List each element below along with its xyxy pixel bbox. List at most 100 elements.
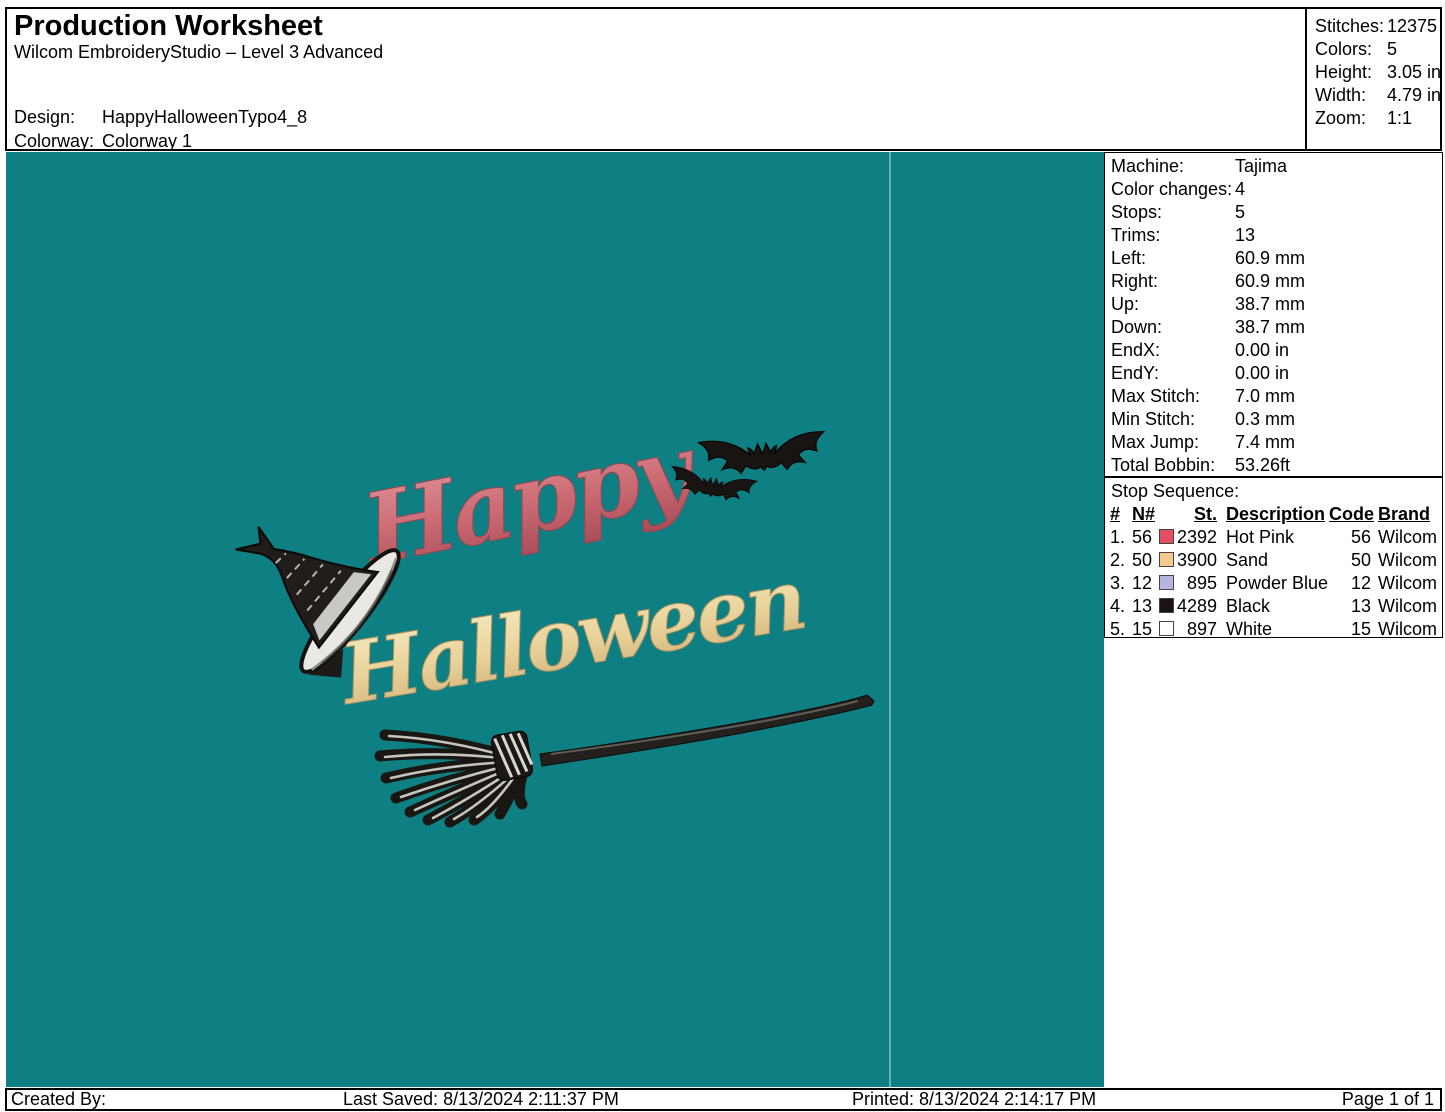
stop-code: 15 bbox=[1350, 619, 1371, 639]
stop-stitches: 2392 bbox=[1176, 527, 1217, 547]
embroidery-design: Halloween Happy bbox=[235, 152, 891, 1087]
machine-info-label: Min Stitch: bbox=[1111, 409, 1196, 429]
stop-stitches: 4289 bbox=[1176, 596, 1217, 616]
machine-info-row: Left: 60.9 mm bbox=[1111, 247, 1442, 270]
machine-info-label: EndX: bbox=[1111, 340, 1161, 360]
stop-sequence-row: 2. 50 3900 Sand 50 Wilcom bbox=[1105, 549, 1442, 572]
stop-stitches: 3900 bbox=[1176, 550, 1217, 570]
stop-brand: Wilcom bbox=[1378, 619, 1437, 639]
printed-text: Printed: 8/13/2024 2:14:17 PM bbox=[852, 1089, 1097, 1109]
machine-info-value: 0.00 in bbox=[1235, 340, 1290, 360]
broomstick bbox=[374, 694, 875, 828]
machine-info-value: 7.0 mm bbox=[1235, 386, 1296, 406]
stop-sequence-row: 1. 56 2392 Hot Pink 56 Wilcom bbox=[1105, 526, 1442, 549]
colorway-name: Colorway 1 bbox=[102, 131, 193, 151]
stop-brand: Wilcom bbox=[1378, 596, 1437, 616]
software-subtitle: Wilcom EmbroideryStudio – Level 3 Advanc… bbox=[14, 42, 384, 62]
machine-info-label: EndY: bbox=[1111, 363, 1160, 383]
stop-sequence-row: 3. 12 895 Powder Blue 12 Wilcom bbox=[1105, 572, 1442, 595]
machine-info-row: Stops: 5 bbox=[1111, 201, 1442, 224]
stat-value: 4.79 in bbox=[1387, 85, 1442, 105]
col-header-num: # bbox=[1110, 504, 1121, 524]
machine-info-row: Trims: 13 bbox=[1111, 224, 1442, 247]
stat-row: Width: 4.79 in bbox=[1315, 84, 1442, 107]
stop-num: 2. bbox=[1110, 550, 1126, 570]
machine-info-value: 60.9 mm bbox=[1235, 271, 1306, 291]
stop-needle: 50 bbox=[1132, 550, 1153, 570]
col-header-stitches: St. bbox=[1193, 504, 1217, 524]
machine-info-value: 4 bbox=[1235, 179, 1246, 199]
design-row: Design: HappyHalloweenTypo4_8 bbox=[14, 106, 307, 128]
created-by-label: Created By: bbox=[11, 1089, 107, 1109]
stop-sequence-title: Stop Sequence: bbox=[1111, 481, 1240, 501]
stat-value: 12375 bbox=[1387, 16, 1438, 36]
stop-sequence-rows: 1. 56 2392 Hot Pink 56 Wilcom 2. 50 3900 Sand 50 Wi… bbox=[1105, 526, 1442, 641]
machine-info-label: Max Jump: bbox=[1111, 432, 1200, 452]
stat-value: 3.05 in bbox=[1387, 62, 1442, 82]
machine-info-label: Color changes: bbox=[1111, 179, 1233, 199]
stop-stitches: 897 bbox=[1186, 619, 1217, 639]
machine-info-row: Color changes: 4 bbox=[1111, 178, 1442, 201]
stat-row: Zoom: 1:1 bbox=[1315, 107, 1440, 130]
stop-code: 13 bbox=[1350, 596, 1371, 616]
machine-info-label: Trims: bbox=[1111, 225, 1161, 245]
stop-needle: 13 bbox=[1132, 596, 1153, 616]
machine-info-value: 0.3 mm bbox=[1235, 409, 1296, 429]
stop-num: 3. bbox=[1110, 573, 1126, 593]
machine-info-label: Down: bbox=[1111, 317, 1163, 337]
stop-code: 56 bbox=[1350, 527, 1371, 547]
stop-code: 50 bbox=[1350, 550, 1371, 570]
machine-info-value: Tajima bbox=[1235, 156, 1288, 176]
machine-info-value: 0.00 in bbox=[1235, 363, 1290, 383]
stop-num: 5. bbox=[1110, 619, 1126, 639]
machine-info-row: Up: 38.7 mm bbox=[1111, 293, 1442, 316]
stat-label: Width: bbox=[1315, 85, 1367, 105]
machine-info-row: Min Stitch: 0.3 mm bbox=[1111, 408, 1442, 431]
stop-needle: 56 bbox=[1132, 527, 1153, 547]
machine-info-value: 38.7 mm bbox=[1235, 294, 1306, 314]
stop-description: Sand bbox=[1226, 550, 1269, 570]
machine-info-value: 38.7 mm bbox=[1235, 317, 1306, 337]
stop-sequence-row: 4. 13 4289 Black 13 Wilcom bbox=[1105, 595, 1442, 618]
stat-label: Colors: bbox=[1315, 39, 1373, 59]
stop-sequence-panel: Stop Sequence: # N# St. Description Code… bbox=[1104, 477, 1443, 641]
machine-info-value: 7.4 mm bbox=[1235, 432, 1296, 452]
stop-needle: 12 bbox=[1132, 573, 1153, 593]
stat-row: Colors: 5 bbox=[1315, 38, 1440, 61]
stat-value: 1:1 bbox=[1387, 108, 1413, 128]
stop-sequence-header-row: # N# St. Description Code Brand bbox=[1105, 503, 1442, 526]
stop-brand: Wilcom bbox=[1378, 527, 1437, 547]
stats-list: Stitches: 12375 Colors: 5 Height: 3.05 in Widt… bbox=[1305, 9, 1442, 149]
machine-info-value: 5 bbox=[1235, 202, 1246, 222]
stat-label: Stitches: bbox=[1315, 16, 1385, 36]
machine-info-list: Machine: Tajima Color changes: 4 Stops: 5 Trim… bbox=[1104, 152, 1443, 477]
machine-info-label: Left: bbox=[1111, 248, 1147, 268]
bats bbox=[667, 430, 828, 506]
col-header-description: Description bbox=[1226, 504, 1326, 524]
stop-brand: Wilcom bbox=[1378, 550, 1437, 570]
machine-info-row: Down: 38.7 mm bbox=[1111, 316, 1442, 339]
broom-binding bbox=[490, 730, 534, 781]
last-saved-text: Last Saved: 8/13/2024 2:11:37 PM bbox=[343, 1089, 619, 1109]
stop-description: Black bbox=[1226, 596, 1271, 616]
page-number: Page 1 of 1 bbox=[1341, 1089, 1434, 1109]
machine-info-row: Right: 60.9 mm bbox=[1111, 270, 1442, 293]
stop-description: Powder Blue bbox=[1226, 573, 1329, 593]
machine-info-label: Up: bbox=[1111, 294, 1140, 314]
stop-brand: Wilcom bbox=[1378, 573, 1437, 593]
col-header-needle: N# bbox=[1132, 504, 1156, 524]
machine-info-row: Max Stitch: 7.0 mm bbox=[1111, 385, 1442, 408]
stat-label: Zoom: bbox=[1315, 108, 1367, 128]
machine-info-value: 53.26ft bbox=[1235, 455, 1291, 475]
bat-icon bbox=[697, 430, 828, 478]
stop-num: 4. bbox=[1110, 596, 1126, 616]
footer-bar: Created By: Last Saved: 8/13/2024 2:11:3… bbox=[5, 1088, 1442, 1111]
worksheet-header: Production Worksheet Wilcom EmbroiderySt… bbox=[5, 7, 1442, 151]
stop-description: Hot Pink bbox=[1226, 527, 1295, 547]
colorway-row: Colorway: Colorway 1 bbox=[14, 130, 192, 152]
stop-num: 1. bbox=[1110, 527, 1126, 547]
colorway-label: Colorway: bbox=[14, 131, 95, 151]
stop-stitches: 895 bbox=[1186, 573, 1217, 593]
stop-code: 12 bbox=[1350, 573, 1371, 593]
machine-info-row: Total Bobbin: 53.26ft bbox=[1111, 454, 1442, 477]
